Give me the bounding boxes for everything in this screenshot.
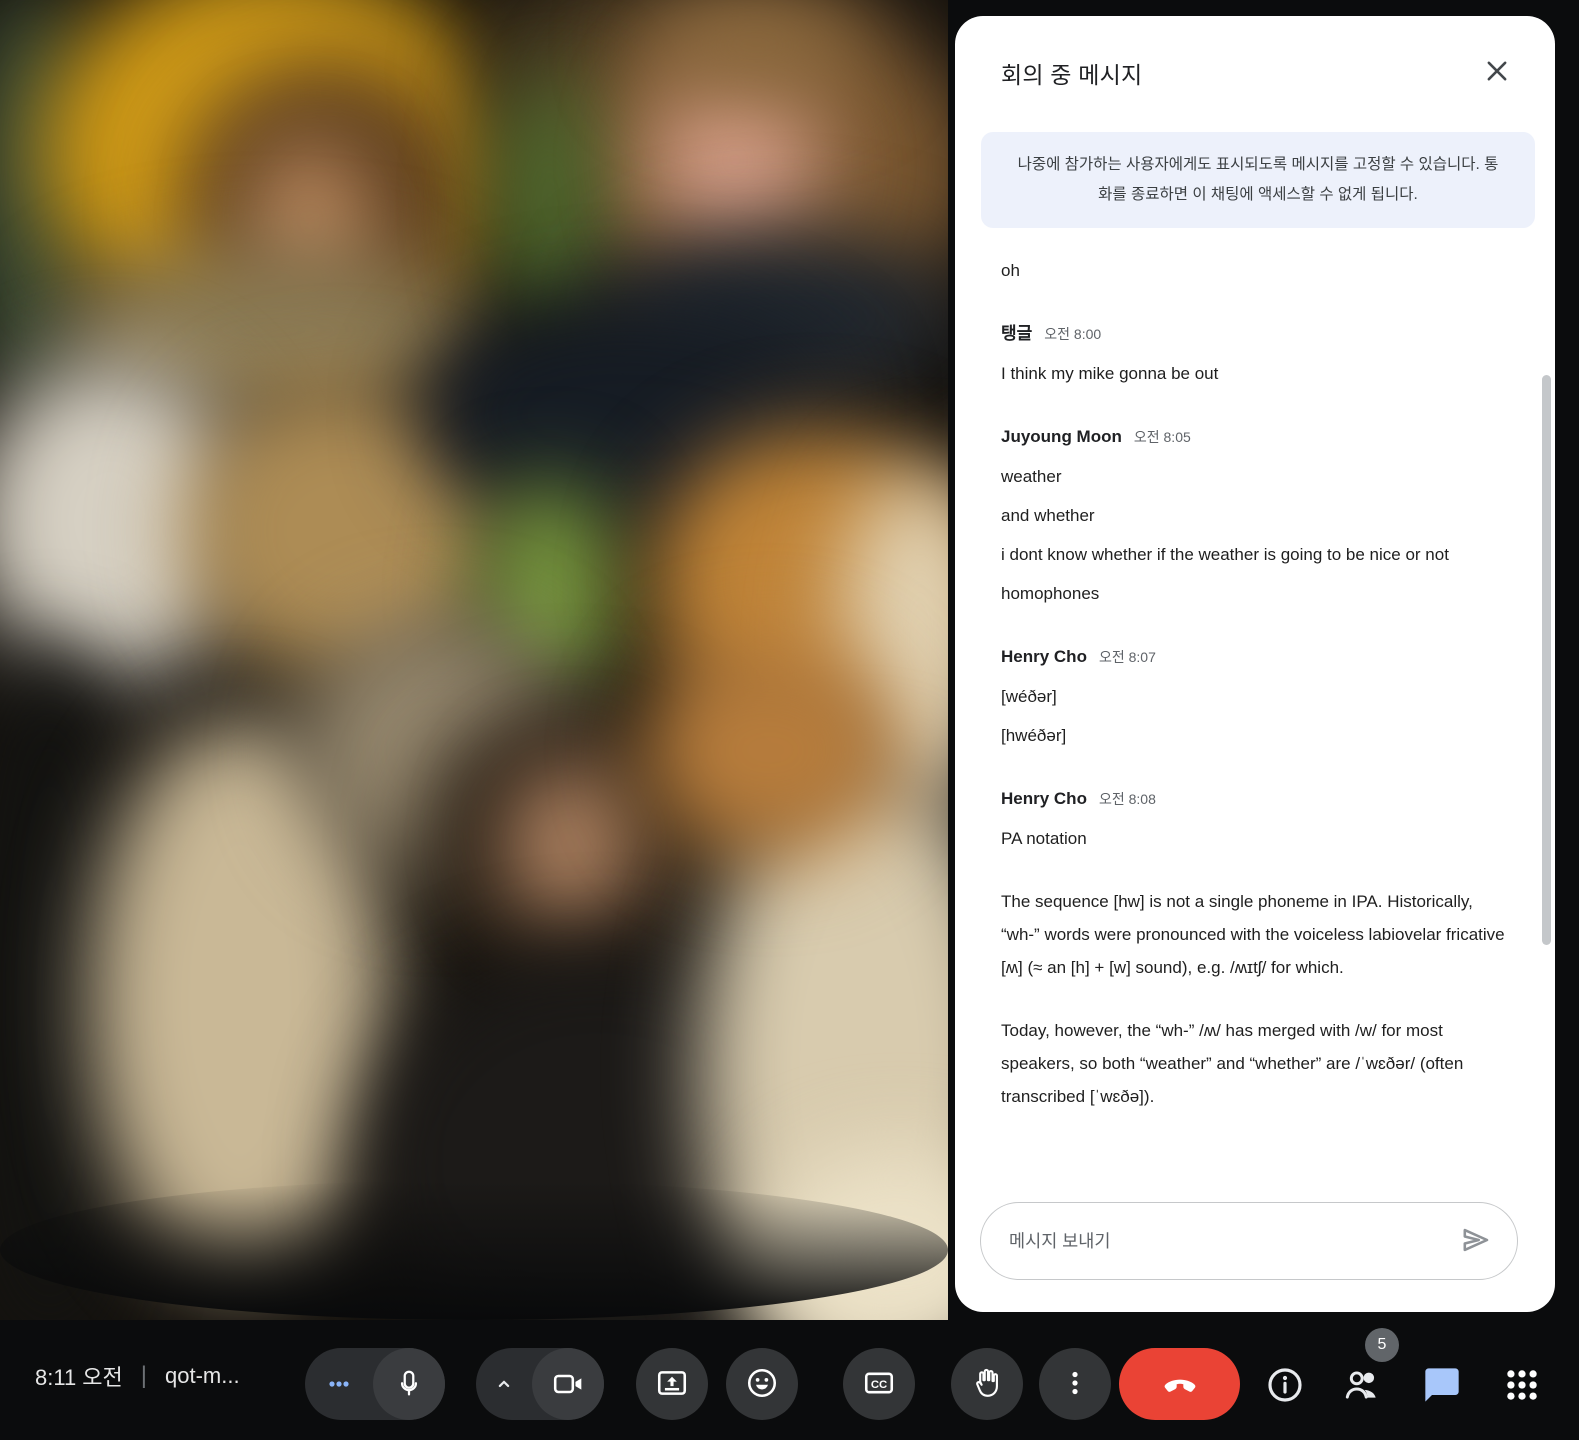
- meeting-code: qot-m...: [165, 1363, 240, 1389]
- captions-icon: CC: [862, 1366, 896, 1403]
- chat-panel-title: 회의 중 메시지: [1001, 56, 1519, 90]
- meeting-info: 8:11 오전 | qot-m...: [35, 1312, 240, 1440]
- message-time: 오전 8:07: [1099, 649, 1156, 665]
- message-group: oh: [1001, 254, 1511, 287]
- raise-hand-icon: [970, 1366, 1004, 1403]
- sender-name: 탱글: [1001, 324, 1032, 343]
- chat-icon: [1422, 1365, 1462, 1408]
- camera-icon: [532, 1348, 604, 1420]
- message-text: The sequence [hw] is not a single phonem…: [1001, 885, 1511, 984]
- message-text: I think my mike gonna be out: [1001, 357, 1511, 390]
- video-blur-shape: [640, 640, 900, 860]
- message-text: Today, however, the “wh-” /ʍ/ has merged…: [1001, 1014, 1511, 1113]
- message-text: and whether: [1001, 499, 1511, 532]
- captions-button[interactable]: CC: [843, 1348, 915, 1420]
- message-group: Henry Cho 오전 8:08 PA notation: [1001, 782, 1511, 855]
- meet-window: 회의 중 메시지 나중에 참가하는 사용자에게도 표시되도록 메시지를 고정할 …: [0, 0, 1579, 1440]
- present-screen-button[interactable]: [636, 1348, 708, 1420]
- message-text: [hwéðər]: [1001, 719, 1511, 752]
- message-header: 탱글 오전 8:00: [1001, 317, 1511, 351]
- message-group: Juyoung Moon 오전 8:05 weather and whether i d…: [1001, 420, 1511, 610]
- more-options-button[interactable]: [1039, 1348, 1111, 1420]
- chat-header: 회의 중 메시지: [955, 16, 1555, 90]
- chat-panel: 회의 중 메시지 나중에 참가하는 사용자에게도 표시되도록 메시지를 고정할 …: [955, 16, 1555, 1312]
- close-chat-button[interactable]: [1479, 54, 1515, 90]
- emoji-reactions-button[interactable]: [726, 1348, 798, 1420]
- sender-name: Henry Cho: [1001, 647, 1087, 666]
- apps-grid-button[interactable]: [1492, 1356, 1552, 1416]
- microphone-button[interactable]: [305, 1348, 445, 1420]
- message-group: Today, however, the “wh-” /ʍ/ has merged…: [1001, 1014, 1511, 1113]
- message-text: weather: [1001, 460, 1511, 493]
- svg-text:CC: CC: [871, 1378, 887, 1390]
- message-time: 오전 8:05: [1134, 429, 1191, 445]
- chat-scrollbar[interactable]: [1542, 375, 1551, 945]
- separator: |: [141, 1362, 147, 1390]
- message-header: Henry Cho 오전 8:08: [1001, 782, 1511, 816]
- message-time: 오전 8:00: [1044, 326, 1101, 342]
- microphone-icon: [373, 1348, 445, 1420]
- people-icon: [1341, 1364, 1383, 1409]
- emoji-icon: [745, 1366, 779, 1403]
- message-text: homophones: [1001, 577, 1511, 610]
- present-screen-icon: [655, 1366, 689, 1403]
- chat-button[interactable]: [1412, 1356, 1472, 1416]
- chevron-up-icon: [476, 1371, 532, 1397]
- video-blur-shape: [500, 760, 640, 930]
- control-bar: 8:11 오전 | qot-m...: [0, 1312, 1579, 1440]
- send-message-button[interactable]: [1453, 1219, 1497, 1263]
- video-grid: [0, 0, 948, 1320]
- participants-button[interactable]: [1332, 1356, 1392, 1416]
- message-group: Henry Cho 오전 8:07 [wéðər] [hwéðər]: [1001, 640, 1511, 752]
- message-header: Henry Cho 오전 8:07: [1001, 640, 1511, 674]
- message-group: 탱글 오전 8:00 I think my mike gonna be out: [1001, 317, 1511, 390]
- message-time: 오전 8:08: [1099, 791, 1156, 807]
- camera-button[interactable]: [476, 1348, 604, 1420]
- info-icon: [1265, 1365, 1305, 1408]
- more-vertical-icon: [1060, 1368, 1090, 1401]
- apps-grid-icon: [1503, 1366, 1541, 1407]
- video-bottom-fade: [0, 1180, 948, 1320]
- sender-name: Henry Cho: [1001, 789, 1087, 808]
- pin-notice-banner: 나중에 참가하는 사용자에게도 표시되도록 메시지를 고정할 수 있습니다. 통…: [981, 132, 1535, 228]
- message-header: Juyoung Moon 오전 8:05: [1001, 420, 1511, 454]
- hang-up-icon: [1161, 1364, 1199, 1405]
- message-input-container: [980, 1202, 1518, 1280]
- participant-count-badge: 5: [1365, 1328, 1399, 1362]
- video-blur-shape: [495, 70, 605, 330]
- message-text: [wéðər]: [1001, 680, 1511, 713]
- voice-activity-dots-icon: [305, 1372, 373, 1396]
- sender-name: Juyoung Moon: [1001, 427, 1122, 446]
- hang-up-button[interactable]: [1119, 1348, 1240, 1420]
- message-list: oh 탱글 오전 8:00 I think my mike gonna be out J…: [955, 254, 1555, 1113]
- message-group: The sequence [hw] is not a single phonem…: [1001, 885, 1511, 984]
- clock-time: 8:11 오전: [35, 1360, 123, 1392]
- message-text: i dont know whether if the weather is go…: [1001, 538, 1511, 571]
- close-icon: [1483, 57, 1511, 88]
- raise-hand-button[interactable]: [951, 1348, 1023, 1420]
- message-text: oh: [1001, 254, 1511, 287]
- message-input[interactable]: [1009, 1231, 1453, 1252]
- send-icon: [1457, 1222, 1493, 1261]
- message-text: PA notation: [1001, 822, 1511, 855]
- meeting-details-button[interactable]: [1255, 1356, 1315, 1416]
